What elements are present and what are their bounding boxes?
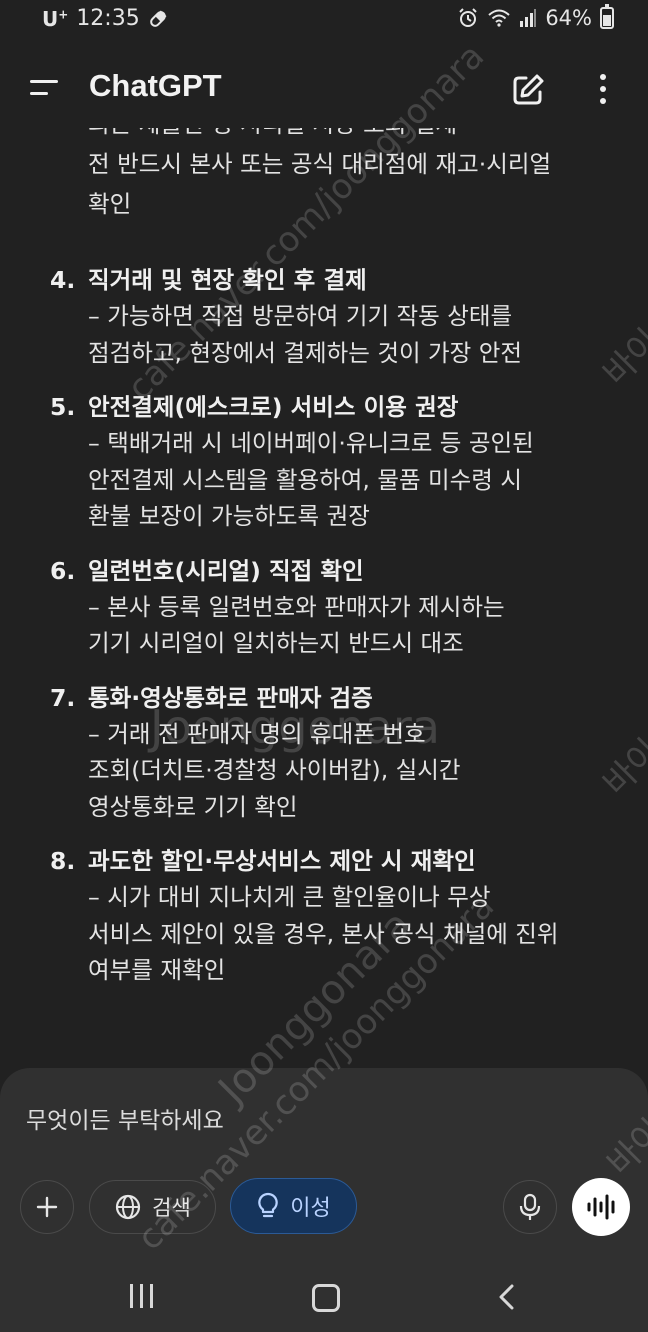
- new-chat-icon[interactable]: [508, 70, 548, 110]
- plus-icon: [36, 1196, 58, 1218]
- desc-line: 환불 보장이 가능하도록 권장: [88, 502, 370, 530]
- desc-line: 안전결제 시스템을 활용하여, 물품 미수령 시: [88, 465, 522, 494]
- home-icon[interactable]: [312, 1284, 340, 1312]
- partial-line-cut: 최근 제출된 명·시리얼 시장 조회·결제: [88, 128, 628, 144]
- voice-waveform-icon: [587, 1194, 615, 1220]
- reason-label: 이성: [290, 1196, 331, 1221]
- desc-line: – 본사 등록 일련번호와 판매자가 제시하는: [88, 592, 505, 621]
- item-number: 4.: [50, 266, 76, 294]
- app-header: ChatGPT: [0, 48, 648, 128]
- assistant-message: 최근 제출된 명·시리얼 시장 조회·결제 전 반드시 본사 또는 공식 대리점…: [0, 128, 648, 1073]
- status-right: 64%: [457, 4, 614, 30]
- item-title: 과도한 할인·무상서비스 제안 시 재확인: [88, 847, 476, 875]
- partial-line-2: 확인: [88, 190, 132, 218]
- status-bar: U+ 12:35 64%: [0, 0, 648, 42]
- list-item: 4. 직거래 및 현장 확인 후 결제 – 가능하면 직접 방문하여 기기 작동…: [0, 262, 648, 371]
- clock: 12:35: [76, 6, 140, 31]
- partial-line-1: 전 반드시 본사 또는 공식 대리점에 재고·시리얼: [88, 150, 552, 178]
- recents-icon[interactable]: [130, 1284, 156, 1308]
- list-item: 5. 안전결제(에스크로) 서비스 이용 권장 – 택배거래 시 네이버페이·유…: [0, 389, 648, 535]
- item-description: – 거래 전 판매자 명의 휴대폰 번호 조회(더치트·경찰청 사이버캅), 실…: [88, 716, 623, 826]
- desc-line: – 가능하면 직접 방문하여 기기 작동 상태를: [88, 302, 513, 330]
- item-description: – 가능하면 직접 방문하여 기기 작동 상태를 점검하고, 현장에서 결제하는…: [88, 298, 623, 371]
- tips-list: 4. 직거래 및 현장 확인 후 결제 – 가능하면 직접 방문하여 기기 작동…: [0, 262, 648, 1007]
- lightbulb-icon: [258, 1192, 278, 1218]
- carrier-text: U: [42, 6, 59, 31]
- wifi-icon: [488, 9, 510, 27]
- partial-paragraph: 최근 제출된 명·시리얼 시장 조회·결제 전 반드시 본사 또는 공식 대리점…: [88, 128, 628, 224]
- app-title: ChatGPT: [89, 68, 222, 103]
- desc-line: 조회(더치트·경찰청 사이버캅), 실시간: [88, 756, 461, 784]
- item-description: – 시가 대비 지나치게 큰 할인율이나 무상 서비스 제안이 있을 경우, 본…: [88, 879, 623, 989]
- add-attachment-button[interactable]: [20, 1180, 74, 1234]
- search-label: 검색: [152, 1196, 191, 1220]
- item-description: – 본사 등록 일련번호와 판매자가 제시하는 기기 시리얼이 일치하는지 반드…: [88, 589, 623, 662]
- desc-line: 기기 시리얼이 일치하는지 반드시 대조: [88, 629, 464, 657]
- desc-line: 여부를 재확인: [88, 956, 226, 984]
- item-description: – 택배거래 시 네이버페이·유니크로 등 공인된 안전결제 시스템을 활용하여…: [88, 425, 623, 535]
- list-item: 8. 과도한 할인·무상서비스 제안 시 재확인 – 시가 대비 지나치게 큰 …: [0, 843, 648, 989]
- composer: 무엇이든 부탁하세요 검색 이성: [0, 1068, 648, 1244]
- battery-percent: 64%: [545, 6, 592, 30]
- signal-icon: [520, 9, 537, 27]
- item-number: 5.: [50, 393, 76, 421]
- carrier-label: U+: [42, 7, 68, 31]
- item-number: 8.: [50, 847, 76, 875]
- desc-line: 서비스 제안이 있을 경우, 본사 공식 채널에 진위: [88, 919, 559, 948]
- prompt-input[interactable]: 무엇이든 부탁하세요: [26, 1101, 224, 1135]
- pill-icon: [149, 10, 167, 27]
- item-title: 안전결제(에스크로) 서비스 이용 권장: [88, 393, 459, 421]
- dictate-button[interactable]: [503, 1180, 557, 1234]
- globe-icon: [116, 1194, 141, 1220]
- menu-icon[interactable]: [30, 76, 60, 98]
- desc-line: 영상통화로 기기 확인: [88, 792, 298, 821]
- battery-icon: [600, 4, 614, 29]
- carrier-sup: +: [58, 6, 69, 21]
- item-number: 7.: [50, 683, 76, 712]
- item-number: 6.: [50, 556, 76, 585]
- list-item: 7. 통화·영상통화로 판매자 검증 – 거래 전 판매자 명의 휴대폰 번호 …: [0, 680, 648, 826]
- desc-line: – 택배거래 시 네이버페이·유니크로 등 공인된: [88, 429, 534, 457]
- alarm-icon: [459, 8, 478, 27]
- list-item: 6. 일련번호(시리얼) 직접 확인 – 본사 등록 일련번호와 판매자가 제시…: [0, 553, 648, 662]
- microphone-icon: [519, 1193, 541, 1220]
- more-vertical-icon[interactable]: [588, 70, 618, 110]
- back-icon[interactable]: [494, 1282, 520, 1312]
- search-button[interactable]: 검색: [89, 1180, 216, 1234]
- status-left: U+ 12:35: [42, 6, 168, 31]
- voice-mode-button[interactable]: [572, 1178, 630, 1236]
- item-title: 일련번호(시리얼) 직접 확인: [88, 556, 364, 585]
- desc-line: 점검하고, 현장에서 결제하는 것이 가장 안전: [88, 338, 522, 367]
- item-title: 통화·영상통화로 판매자 검증: [88, 683, 373, 712]
- system-nav-bar: [0, 1244, 648, 1332]
- reason-button[interactable]: 이성: [230, 1178, 357, 1234]
- desc-line: – 거래 전 판매자 명의 휴대폰 번호: [88, 719, 426, 748]
- desc-line: – 시가 대비 지나치게 큰 할인율이나 무상: [88, 883, 491, 911]
- item-title: 직거래 및 현장 확인 후 결제: [88, 266, 367, 294]
